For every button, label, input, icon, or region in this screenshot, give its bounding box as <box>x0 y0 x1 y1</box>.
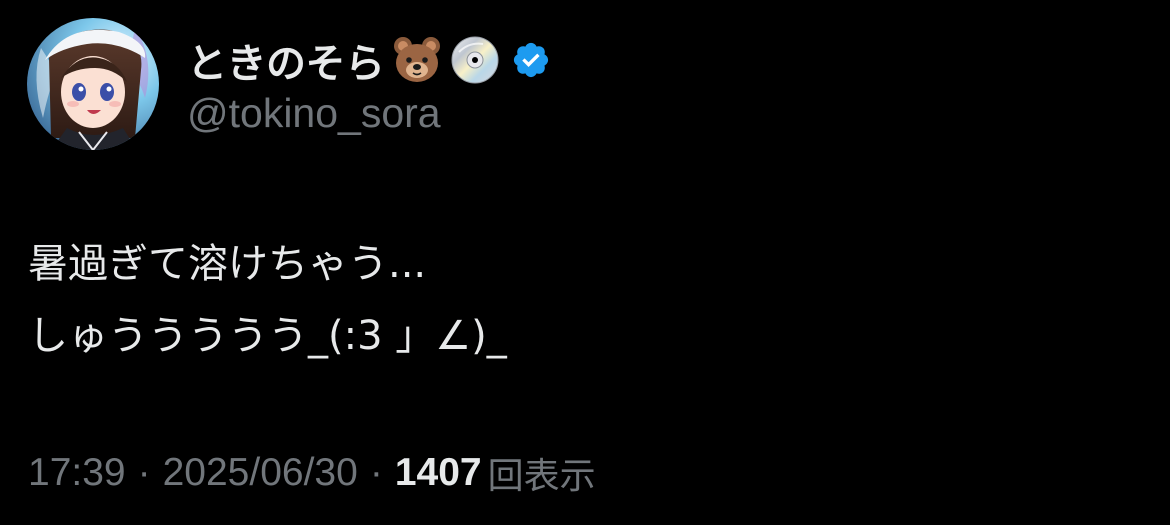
views-count[interactable]: 1407 <box>395 451 482 495</box>
meta-separator: · <box>369 451 383 494</box>
meta-separator: · <box>137 451 151 494</box>
tweet-text-line-1: 暑過ぎて溶けちゃう... <box>28 241 427 287</box>
user-handle[interactable]: @tokino_sora <box>187 90 441 137</box>
display-name[interactable]: ときのそら <box>187 31 385 89</box>
views-label: 回表示 <box>487 456 596 497</box>
disc-emoji-icon <box>449 34 501 86</box>
tweet-date[interactable]: 2025/06/30 <box>163 451 358 495</box>
verified-badge-icon[interactable] <box>511 40 551 80</box>
tweet-meta: 17:39 · 2025/06/30 · 1407 回表示 <box>28 445 596 501</box>
tweet-time[interactable]: 17:39 <box>28 451 126 495</box>
avatar[interactable] <box>27 18 159 150</box>
tweet-text: 暑過ぎて溶けちゃう... しゅううううう_(:3 」∠)_ <box>28 228 507 372</box>
tweet: ときのそら @tokino_sora 暑過ぎて溶けちゃう... しゅううううう_… <box>0 0 1170 525</box>
tweet-text-line-2: しゅううううう_(:3 」∠)_ <box>28 313 507 359</box>
display-name-row: ときのそら <box>187 30 551 90</box>
bear-emoji-icon <box>391 34 443 86</box>
